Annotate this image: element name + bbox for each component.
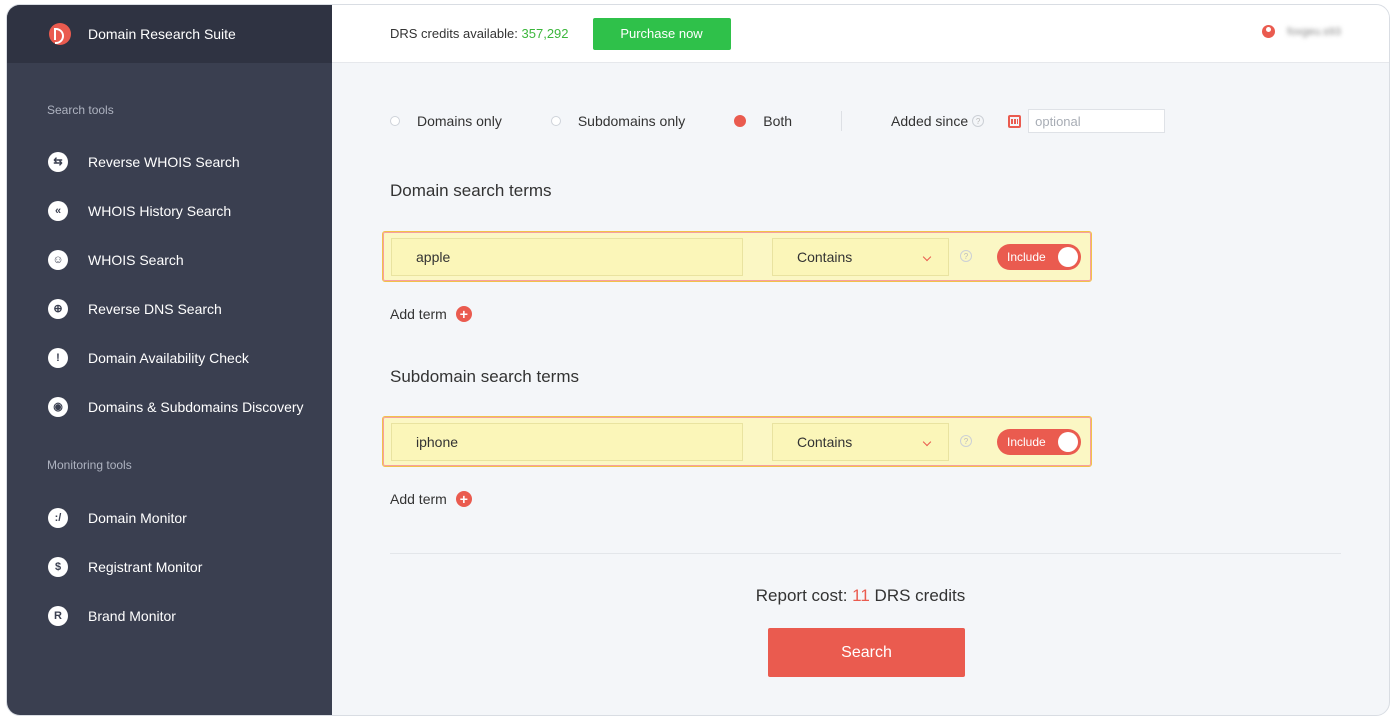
- main-content: Domains only Subdomains only Both Added …: [332, 63, 1389, 715]
- toggle-label: Include: [1007, 435, 1046, 449]
- radio-domains-only[interactable]: Domains only: [390, 113, 502, 129]
- plus-icon: +: [455, 491, 472, 507]
- nav-label: Reverse DNS Search: [88, 300, 222, 317]
- cost-value: 11: [852, 586, 870, 605]
- nav-label: Brand Monitor: [88, 607, 176, 624]
- radio-dot: [550, 116, 561, 126]
- calendar-icon[interactable]: [1008, 114, 1022, 128]
- nav-brand-monitor[interactable]: R Brand Monitor: [7, 591, 332, 640]
- nav-domain-availability[interactable]: ! Domain Availability Check: [7, 333, 332, 382]
- monitoring-tools-title: Monitoring tools: [47, 458, 132, 472]
- toggle-knob: [1058, 247, 1078, 267]
- nav-whois-search[interactable]: ☺ WHOIS Search: [7, 235, 332, 284]
- cost-prefix: Report cost:: [755, 586, 848, 605]
- sidebar: Domain Research Suite Search tools ⇆ Rev…: [7, 5, 332, 715]
- subdomain-term-input[interactable]: [391, 423, 743, 461]
- match-value: Contains: [797, 434, 853, 450]
- add-term-label: Add term: [390, 491, 447, 507]
- history-icon: «: [48, 200, 68, 221]
- nav-label: Domains & Subdomains Discovery: [88, 398, 304, 415]
- nav-label: WHOIS History Search: [88, 202, 232, 219]
- match-value: Contains: [797, 249, 853, 265]
- app-title: Domain Research Suite: [88, 26, 236, 42]
- plus-icon: +: [455, 306, 472, 322]
- logo-icon: [49, 23, 71, 45]
- divider: [841, 111, 843, 131]
- add-subdomain-term-button[interactable]: Add term +: [390, 491, 472, 507]
- radio-label: Domains only: [417, 113, 502, 129]
- report-cost: Report cost: 11 DRS credits: [332, 586, 1389, 606]
- search-tools-title: Search tools: [47, 103, 114, 117]
- radio-dot-selected: [734, 115, 747, 127]
- radio-dot: [390, 116, 400, 126]
- radio-label: Subdomains only: [577, 113, 686, 129]
- domain-match-select[interactable]: Contains: [772, 238, 949, 276]
- exclamation-icon: !: [48, 347, 68, 368]
- help-icon[interactable]: ?: [972, 115, 985, 127]
- nav-registrant-monitor[interactable]: $ Registrant Monitor: [7, 542, 332, 591]
- nav-reverse-dns[interactable]: ⊕ Reverse DNS Search: [7, 284, 332, 333]
- scope-filter: Domains only Subdomains only Both Added …: [390, 109, 1166, 133]
- radio-label: Both: [763, 113, 793, 129]
- top-bar: DRS credits available: 357,292 Purchase …: [332, 5, 1389, 63]
- divider: [390, 553, 1341, 554]
- nav-label: Reverse WHOIS Search: [88, 153, 240, 170]
- subdomain-match-select[interactable]: Contains: [772, 423, 949, 461]
- search-button[interactable]: Search: [768, 628, 965, 677]
- help-icon[interactable]: ?: [960, 435, 972, 447]
- add-term-label: Add term: [390, 306, 447, 322]
- chevron-down-icon: [922, 437, 932, 447]
- brand-monitor-icon: R: [48, 605, 68, 626]
- subdomain-include-toggle[interactable]: Include: [997, 429, 1081, 455]
- credits-value: 357,292: [521, 26, 569, 41]
- chevron-down-icon: [922, 252, 932, 262]
- discovery-icon: ◉: [48, 396, 68, 417]
- credits-display: DRS credits available: 357,292: [390, 26, 569, 41]
- nav-whois-history[interactable]: « WHOIS History Search: [7, 186, 332, 235]
- nav-label: Domain Monitor: [88, 509, 187, 526]
- radio-subdomains-only[interactable]: Subdomains only: [550, 113, 686, 129]
- domain-include-toggle[interactable]: Include: [997, 244, 1081, 270]
- domain-monitor-icon: :/: [48, 507, 68, 528]
- domain-term-row: Contains ? Include: [382, 231, 1092, 282]
- subdomain-term-row: Contains ? Include: [382, 416, 1092, 467]
- toggle-knob: [1058, 432, 1078, 452]
- reverse-whois-icon: ⇆: [48, 151, 68, 172]
- credits-label: DRS credits available:: [390, 26, 518, 41]
- purchase-button[interactable]: Purchase now: [592, 17, 731, 50]
- nav-domains-discovery[interactable]: ◉ Domains & Subdomains Discovery: [7, 382, 332, 431]
- add-domain-term-button[interactable]: Add term +: [390, 306, 472, 322]
- user-menu[interactable]: foxgeu.s93: [1262, 25, 1341, 38]
- user-name: foxgeu.s93: [1287, 25, 1341, 38]
- brand-header[interactable]: Domain Research Suite: [7, 5, 332, 63]
- toggle-label: Include: [1007, 250, 1046, 264]
- nav-label: WHOIS Search: [88, 251, 184, 268]
- domain-terms-heading: Domain search terms: [390, 181, 552, 200]
- nav-label: Registrant Monitor: [88, 558, 203, 575]
- globe-icon: ⊕: [48, 298, 68, 319]
- domain-term-input[interactable]: [391, 238, 743, 276]
- cost-suffix: DRS credits: [874, 586, 966, 605]
- registrant-monitor-icon: $: [48, 556, 68, 577]
- help-icon[interactable]: ?: [960, 250, 972, 262]
- subdomain-terms-heading: Subdomain search terms: [390, 367, 579, 386]
- nav-reverse-whois[interactable]: ⇆ Reverse WHOIS Search: [7, 137, 332, 186]
- radio-both[interactable]: Both: [734, 113, 792, 129]
- whois-icon: ☺: [48, 249, 68, 270]
- added-since-label: Added since: [891, 113, 969, 129]
- nav-domain-monitor[interactable]: :/ Domain Monitor: [7, 493, 332, 542]
- user-icon: [1262, 25, 1276, 38]
- app-window: Domain Research Suite Search tools ⇆ Rev…: [6, 4, 1390, 716]
- nav-label: Domain Availability Check: [88, 349, 249, 366]
- added-since-input[interactable]: [1028, 109, 1166, 133]
